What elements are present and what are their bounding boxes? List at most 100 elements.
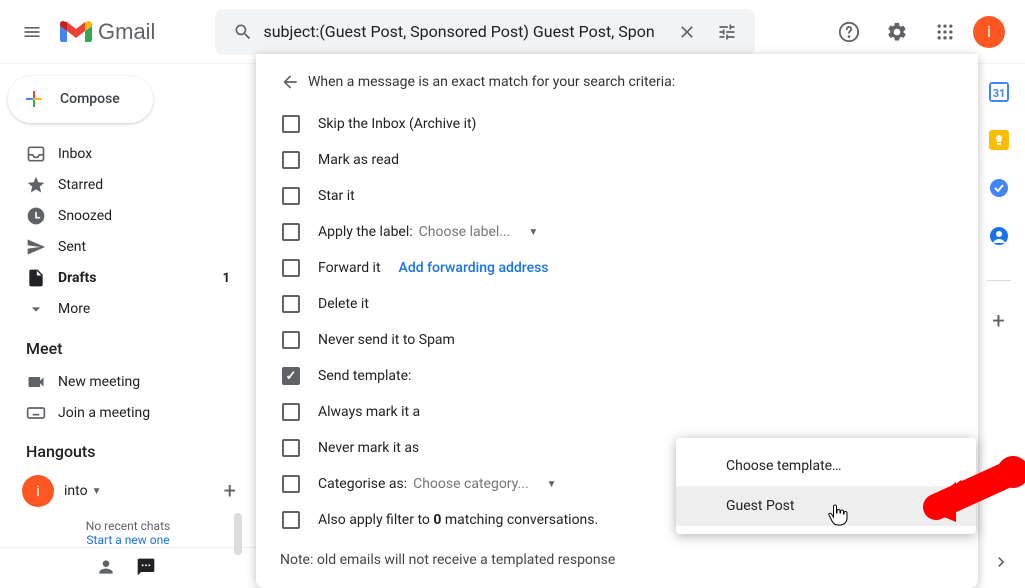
chevron-down-icon: ▼: [92, 486, 102, 497]
label-apply-label: Apply the label:: [318, 224, 413, 240]
keyboard-icon: [26, 403, 58, 423]
template-menu-choose[interactable]: Choose template…: [676, 446, 976, 486]
add-forwarding-link[interactable]: Add forwarding address: [399, 260, 549, 276]
checkbox-never-spam[interactable]: [282, 331, 300, 349]
meet-label: New meeting: [58, 374, 244, 390]
side-panel-divider: [987, 280, 1011, 281]
search-input[interactable]: subject:(Guest Post, Sponsored Post) Gue…: [263, 22, 667, 41]
search-icon[interactable]: [223, 22, 263, 42]
hangouts-chat-tab[interactable]: [136, 557, 156, 577]
keep-addon[interactable]: [989, 130, 1009, 150]
support-button[interactable]: [829, 12, 869, 52]
sidebar-item-label: Sent: [58, 239, 244, 255]
checkbox-categorise[interactable]: [282, 475, 300, 493]
side-panel-toggle[interactable]: [991, 552, 1011, 572]
checkbox-mark-read[interactable]: [282, 151, 300, 169]
filter-note: Note: old emails will not receive a temp…: [280, 552, 954, 568]
send-icon: [26, 237, 58, 257]
compose-button[interactable]: Compose: [8, 76, 153, 123]
template-menu-guest-post[interactable]: Guest Post: [676, 486, 976, 526]
sidebar-item-more[interactable]: More: [0, 294, 256, 325]
checkbox-send-template[interactable]: [282, 367, 300, 385]
clock-icon: [26, 206, 58, 226]
close-icon: [677, 22, 697, 42]
label-star-it: Star it: [318, 188, 355, 204]
apps-grid-icon: [935, 22, 955, 42]
start-new-chat-link[interactable]: Start a new one: [0, 533, 256, 547]
hangouts-username: into: [64, 483, 88, 499]
gear-icon: [886, 21, 908, 43]
tasks-addon[interactable]: [989, 178, 1009, 198]
video-icon: [26, 372, 58, 392]
arrow-left-icon: [280, 72, 300, 92]
apps-button[interactable]: [925, 12, 965, 52]
no-chats-text: No recent chats: [0, 519, 256, 533]
gmail-logo-text: Gmail: [98, 19, 155, 45]
choose-label-dropdown[interactable]: Choose label...: [419, 224, 511, 240]
chevron-down-icon: ▼: [528, 227, 538, 238]
label-also-apply: Also apply filter to 0 matching conversa…: [318, 512, 598, 528]
meet-section-title: Meet: [0, 325, 256, 366]
inbox-icon: [26, 144, 58, 164]
chevron-down-icon: ▼: [547, 479, 557, 490]
label-delete: Delete it: [318, 296, 369, 312]
sidebar-item-drafts[interactable]: Drafts 1: [0, 263, 256, 294]
checkbox-never-important[interactable]: [282, 439, 300, 457]
checkbox-skip-inbox[interactable]: [282, 115, 300, 133]
checkbox-star-it[interactable]: [282, 187, 300, 205]
hangouts-person-tab[interactable]: [96, 557, 116, 577]
checkbox-apply-label[interactable]: [282, 223, 300, 241]
sidebar-item-starred[interactable]: Starred: [0, 170, 256, 201]
sidebar-item-count: 1: [223, 271, 244, 286]
hangouts-avatar: i: [22, 475, 54, 507]
sidebar-item-label: Starred: [58, 177, 244, 193]
sidebar-item-inbox[interactable]: Inbox: [0, 139, 256, 170]
sidebar-item-label: More: [58, 301, 244, 317]
tune-icon: [717, 22, 737, 42]
sidebar-item-label: Inbox: [58, 146, 244, 162]
checkbox-always-important[interactable]: [282, 403, 300, 421]
label-never-important: Never mark it as: [318, 440, 419, 456]
label-never-spam: Never send it to Spam: [318, 332, 455, 348]
label-forward: Forward it: [318, 260, 381, 276]
hangouts-section-title: Hangouts: [0, 428, 256, 469]
search-clear-button[interactable]: [667, 22, 707, 42]
back-button[interactable]: [280, 72, 308, 92]
main-menu-button[interactable]: [8, 8, 56, 56]
expand-icon: [26, 299, 58, 319]
meet-new-meeting[interactable]: New meeting: [0, 366, 256, 397]
gmail-logo[interactable]: Gmail: [60, 19, 155, 45]
settings-button[interactable]: [877, 12, 917, 52]
scrollbar-thumb[interactable]: [234, 513, 242, 555]
hangouts-new-button[interactable]: +: [224, 479, 244, 504]
compose-icon: [22, 87, 46, 111]
checkbox-forward[interactable]: [282, 259, 300, 277]
label-skip-inbox: Skip the Inbox (Archive it): [318, 116, 476, 132]
sidebar-item-sent[interactable]: Sent: [0, 232, 256, 263]
sidebar-item-snoozed[interactable]: Snoozed: [0, 201, 256, 232]
checkbox-delete[interactable]: [282, 295, 300, 313]
file-icon: [26, 268, 58, 288]
filter-header-text: When a message is an exact match for you…: [308, 74, 675, 90]
template-dropdown-menu: Choose template… Guest Post: [676, 438, 976, 534]
meet-join-meeting[interactable]: Join a meeting: [0, 397, 256, 428]
choose-category-dropdown[interactable]: Choose category...: [413, 476, 529, 492]
search-bar: subject:(Guest Post, Sponsored Post) Gue…: [215, 9, 755, 55]
contacts-addon[interactable]: [989, 226, 1009, 246]
label-categorise: Categorise as:: [318, 476, 407, 492]
help-icon: [838, 21, 860, 43]
get-addons-button[interactable]: +: [992, 309, 1004, 334]
checkbox-also-apply[interactable]: [282, 511, 300, 529]
chevron-right-icon: [991, 552, 1011, 572]
hangouts-user-row[interactable]: i into ▼ +: [0, 469, 256, 513]
person-icon: [96, 557, 116, 577]
account-avatar[interactable]: i: [973, 16, 1005, 48]
star-icon: [26, 175, 58, 195]
sidebar-item-label: Drafts: [58, 270, 223, 286]
search-options-button[interactable]: [707, 22, 747, 42]
label-always-important: Always mark it a: [318, 404, 420, 420]
meet-label: Join a meeting: [58, 405, 244, 421]
label-send-template: Send template:: [318, 368, 411, 384]
sidebar-item-label: Snoozed: [58, 208, 244, 224]
calendar-addon[interactable]: 31: [989, 82, 1009, 102]
